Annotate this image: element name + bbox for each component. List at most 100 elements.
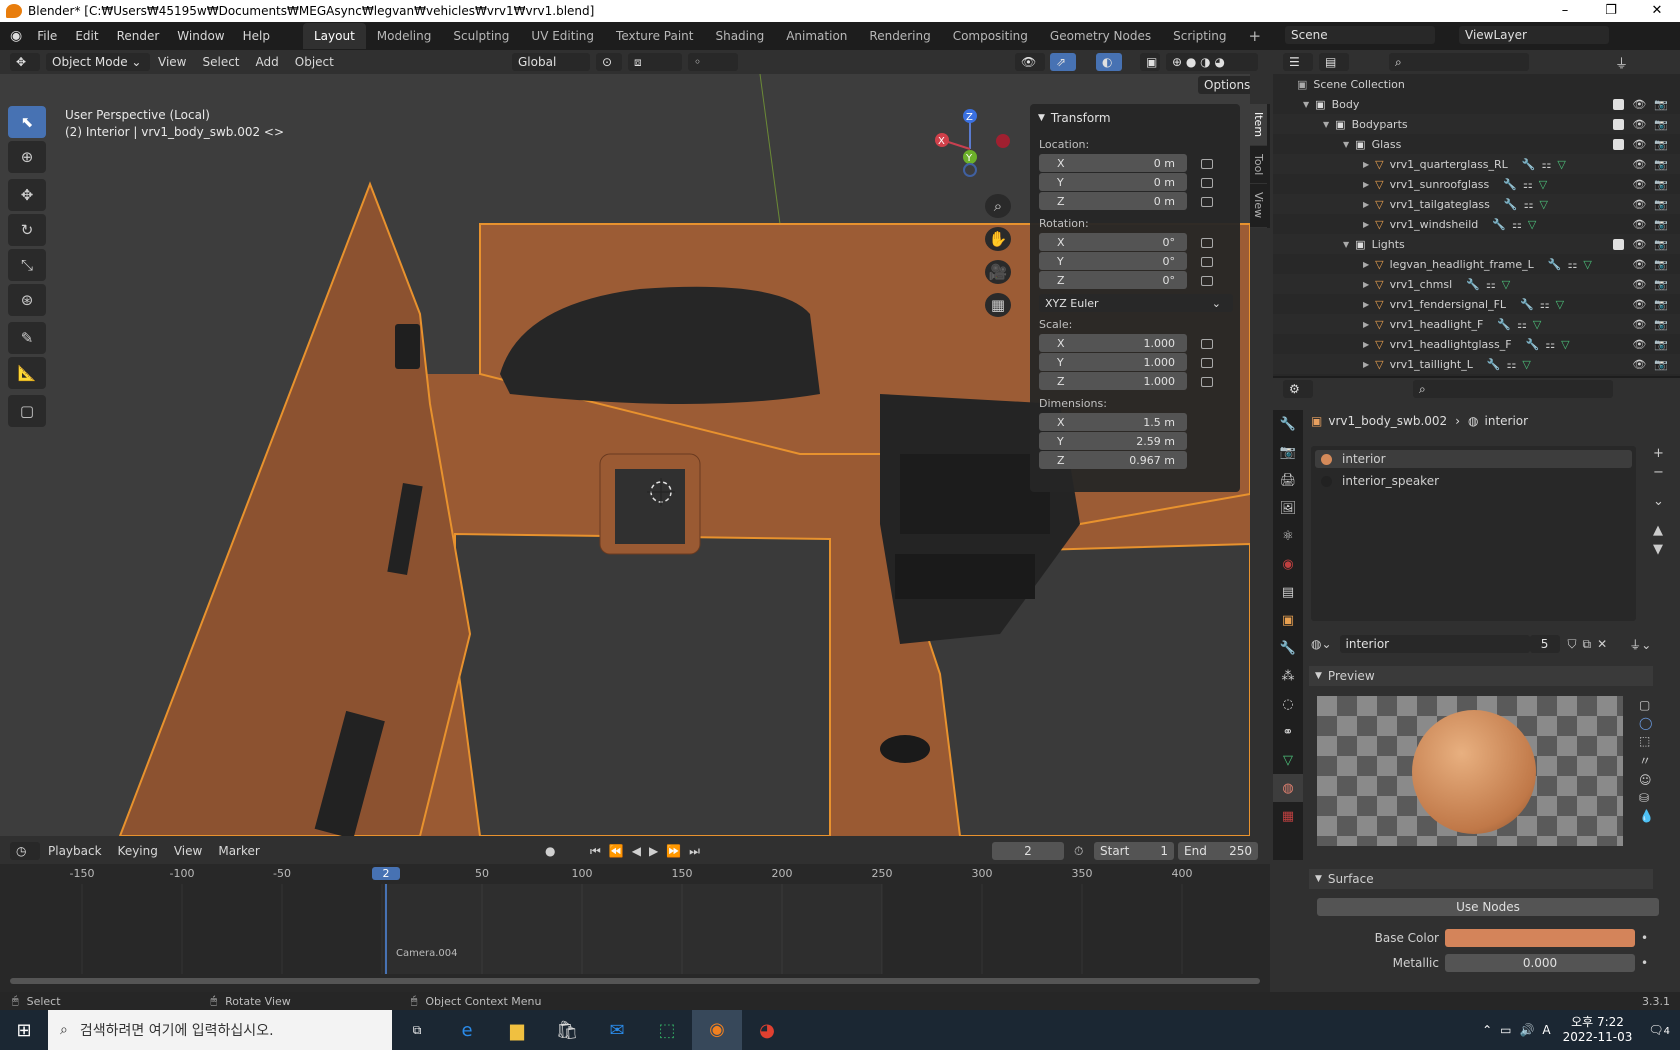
mesh-data-icon[interactable]: ▽ — [1583, 258, 1591, 271]
outliner-object-row[interactable]: ▶ ▽ vrv1_windsheild 🔧 ⚏ ▽ 👁 📷 — [1273, 214, 1680, 234]
constraint-icon[interactable]: ⚏ — [1486, 278, 1496, 291]
modifier-icon[interactable]: 🔧 — [1497, 318, 1511, 331]
constraint-icon[interactable]: ⚏ — [1545, 338, 1555, 351]
material-browse-icon[interactable]: ◍⌄ — [1311, 637, 1332, 651]
eye-icon[interactable]: 👁 — [1632, 238, 1646, 251]
mesh-data-icon[interactable]: ▽ — [1539, 178, 1547, 191]
menu-file[interactable]: File — [28, 29, 66, 43]
options-button[interactable]: Options ⌄ — [1198, 76, 1250, 94]
lock-icon[interactable] — [1201, 256, 1213, 267]
lock-icon[interactable] — [1201, 357, 1213, 368]
timeline-editor-icon[interactable]: ◷ — [10, 842, 40, 860]
lock-icon[interactable] — [1201, 376, 1213, 387]
expand-arrow-icon[interactable]: ▶ — [1273, 220, 1369, 229]
windows-start-icon[interactable]: ⊞ — [0, 1020, 48, 1041]
checkbox-icon[interactable] — [1613, 98, 1625, 110]
file-explorer-icon[interactable]: ▆ — [492, 1020, 542, 1041]
ime-indicator[interactable]: A — [1542, 1023, 1550, 1037]
expand-icon[interactable]: ▼ — [1273, 100, 1309, 109]
record-icon[interactable]: ● — [545, 844, 555, 858]
eye-icon[interactable]: 👁 — [1632, 178, 1646, 191]
filter-icon[interactable]: ⏚ — [1615, 53, 1628, 72]
transform-icon[interactable]: ⊛ — [8, 284, 46, 316]
camera-marker[interactable]: Camera.004 — [396, 948, 458, 959]
eye-icon[interactable]: 👁 — [1632, 338, 1646, 351]
lock-icon[interactable] — [1201, 158, 1213, 169]
tab-item[interactable]: Item — [1250, 104, 1267, 147]
outliner-object-row[interactable]: ▶ ▽ vrv1_quarterglass_RL 🔧 ⚏ ▽ 👁 📷 — [1273, 154, 1680, 174]
world-tab-icon[interactable]: ◉ — [1273, 550, 1303, 578]
expand-arrow-icon[interactable]: ▶ — [1273, 360, 1369, 369]
menu-view[interactable]: View — [150, 55, 194, 69]
viewlayer-selector[interactable]: ViewLayer — [1459, 26, 1609, 44]
constraint-icon[interactable]: ⚏ — [1507, 358, 1517, 371]
chrome-icon[interactable]: ◕ — [742, 1020, 792, 1041]
playback-controls[interactable]: ⏮⏪◀▶⏩⏭ — [590, 844, 708, 859]
mesh-data-icon[interactable]: ▽ — [1556, 298, 1564, 311]
eye-icon[interactable]: 👁 — [1632, 98, 1646, 111]
tab-compositing[interactable]: Compositing — [942, 23, 1039, 49]
modifier-icon[interactable]: 🔧 — [1504, 198, 1518, 211]
annotate-icon[interactable]: ✎ — [8, 322, 46, 354]
move-down-icon[interactable]: ▼ — [1653, 542, 1664, 557]
camera-icon[interactable]: 📷 — [1654, 238, 1668, 251]
expand-arrow-icon[interactable]: ▶ — [1273, 260, 1369, 269]
pivot-icon[interactable]: ⊙ — [596, 53, 622, 71]
eye-icon[interactable]: 👁 — [1632, 158, 1646, 171]
lock-icon[interactable] — [1201, 196, 1213, 207]
current-frame-field[interactable]: 2 — [992, 842, 1064, 860]
measure-icon[interactable]: 📐 — [8, 357, 46, 389]
camera-view-icon[interactable]: 🎥 — [985, 260, 1011, 284]
eye-icon[interactable]: 👁 — [1632, 138, 1646, 151]
menu-keying[interactable]: Keying — [110, 844, 166, 858]
particles-tab-icon[interactable]: ⁂ — [1273, 662, 1303, 690]
lock-icon[interactable] — [1201, 237, 1213, 248]
modifier-icon[interactable]: 🔧 — [1487, 358, 1501, 371]
gizmo-icon[interactable]: ⇗ — [1050, 53, 1076, 71]
constraint-icon[interactable]: ⚏ — [1523, 178, 1533, 191]
close-button[interactable]: ✕ — [1634, 0, 1680, 22]
camera-icon[interactable]: 📷 — [1654, 358, 1668, 371]
expand-arrow-icon[interactable]: ▶ — [1273, 320, 1369, 329]
scale-icon[interactable]: ⤡ — [8, 249, 46, 281]
constraint-icon[interactable]: ⚏ — [1542, 158, 1552, 171]
preview-fluid-icon[interactable]: 💧 — [1639, 809, 1654, 823]
preview-cube-icon[interactable]: ⬚ — [1639, 734, 1654, 748]
slot-interior[interactable]: interior — [1315, 450, 1632, 468]
tab-view[interactable]: View — [1250, 184, 1267, 228]
expand-icon[interactable]: ▼ — [1273, 240, 1349, 249]
scale-z-field[interactable]: Z 1.000 — [1039, 372, 1187, 390]
constraint-icon[interactable]: ⚏ — [1524, 198, 1534, 211]
preview-monkey-icon[interactable]: ☺ — [1639, 773, 1654, 787]
constraint-icon[interactable]: ⚏ — [1517, 318, 1527, 331]
xray-icon[interactable]: ▣ — [1140, 53, 1160, 71]
notification-icon[interactable]: 🗨4 — [1648, 1023, 1670, 1037]
stopwatch-icon[interactable]: ⏱ — [1074, 844, 1083, 859]
keyframe-dot-icon[interactable]: • — [1641, 956, 1648, 970]
taskbar-search[interactable]: ⌕ 검색하려면 여기에 입력하십시오. — [48, 1010, 392, 1050]
menu-object[interactable]: Object — [287, 55, 342, 69]
constraint-icon[interactable]: ⚏ — [1540, 298, 1550, 311]
zoom-icon[interactable]: ⌕ — [985, 194, 1011, 218]
mesh-data-icon[interactable]: ▽ — [1557, 158, 1565, 171]
outliner-object-row[interactable]: ▶ ▽ vrv1_fendersignal_FL 🔧 ⚏ ▽ 👁 📷 — [1273, 294, 1680, 314]
base-color-swatch[interactable] — [1445, 929, 1635, 947]
menu-window[interactable]: Window — [168, 29, 233, 43]
cursor-icon[interactable]: ⊕ — [8, 141, 46, 173]
camera-icon[interactable]: 📷 — [1654, 258, 1668, 271]
expand-icon[interactable]: ▼ — [1273, 140, 1349, 149]
camera-icon[interactable]: 📷 — [1654, 138, 1668, 151]
expand-arrow-icon[interactable]: ▶ — [1273, 280, 1369, 289]
surface-header[interactable]: ▼ Surface — [1309, 869, 1653, 889]
physics-tab-icon[interactable]: ◌ — [1273, 690, 1303, 718]
tab-texture-paint[interactable]: Texture Paint — [605, 23, 704, 49]
transform-header[interactable]: ▼ Transform — [1030, 104, 1240, 132]
outliner-object-row[interactable]: ▶ ▽ vrv1_headlight_F 🔧 ⚏ ▽ 👁 📷 — [1273, 314, 1680, 334]
rotation-x-field[interactable]: X 0° — [1039, 233, 1187, 251]
gizmo-negx-icon[interactable] — [996, 134, 1010, 148]
proportional-icon[interactable]: ◦ — [688, 53, 738, 71]
rotation-y-field[interactable]: Y 0° — [1039, 252, 1187, 270]
remove-slot-icon[interactable]: − — [1653, 465, 1664, 480]
edge-icon[interactable]: e — [442, 1020, 492, 1041]
tab-sculpting[interactable]: Sculpting — [442, 23, 520, 49]
